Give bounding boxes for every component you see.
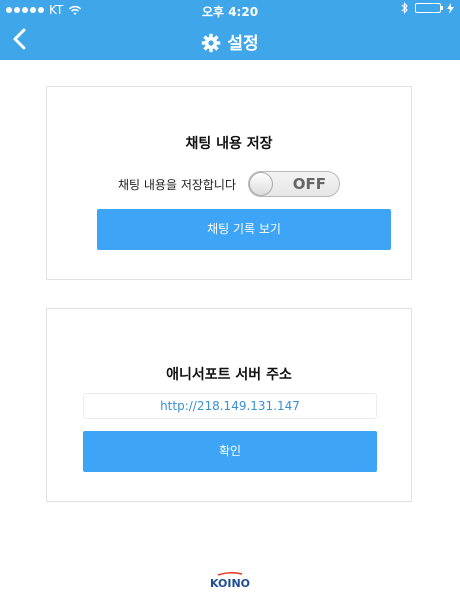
chat-save-label: 채팅 내용을 저장합니다	[117, 177, 237, 192]
chat-save-row: 채팅 내용을 저장합니다 OFF	[47, 171, 411, 197]
server-card: 애니서포트 서버 주소 확인	[46, 308, 412, 502]
charging-icon	[447, 2, 454, 14]
toggle-knob	[249, 172, 274, 196]
gear-icon	[202, 33, 221, 53]
page-title-text: 설정	[227, 34, 259, 54]
battery-icon	[415, 3, 443, 13]
chat-save-title: 채팅 내용 저장	[185, 136, 273, 152]
chat-save-card: 채팅 내용 저장 채팅 내용을 저장합니다 OFF 채팅 기록 보기	[46, 86, 412, 280]
koino-logo: KOINO	[0, 572, 460, 590]
bluetooth-icon	[401, 2, 408, 14]
server-address-input[interactable]	[83, 393, 377, 419]
nav-bar: 설정	[0, 20, 460, 60]
page-title: 설정	[0, 29, 460, 54]
confirm-button[interactable]: 확인	[83, 431, 377, 472]
toggle-state-text: OFF	[292, 175, 327, 193]
status-time: 오후 4:20	[201, 5, 259, 19]
chat-history-button[interactable]: 채팅 기록 보기	[97, 209, 391, 250]
status-right	[401, 2, 454, 14]
status-bar: KT 오후 4:20	[0, 0, 460, 20]
server-title: 애니서포트 서버 주소	[166, 367, 292, 383]
logo-text: KOINO	[209, 577, 251, 590]
logo-swoosh-icon	[217, 572, 243, 576]
chat-save-toggle[interactable]: OFF	[248, 171, 341, 197]
